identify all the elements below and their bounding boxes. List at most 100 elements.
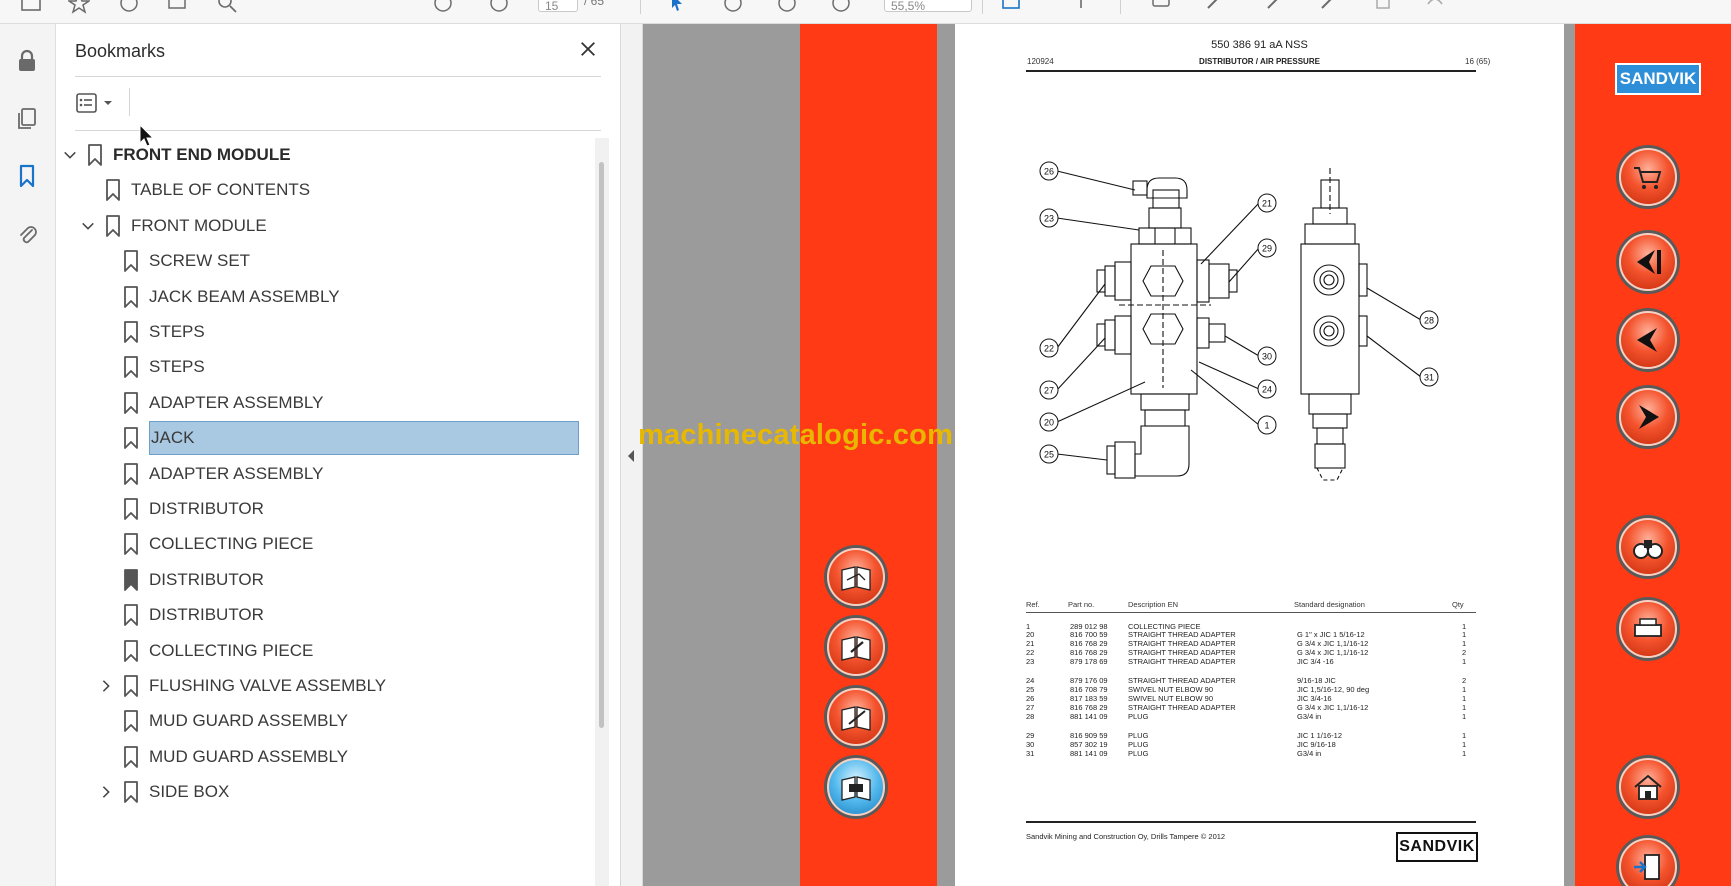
bookmark-item[interactable]: STEPS [57,315,597,349]
bookmark-item[interactable]: FRONT MODULE [57,209,597,243]
zoom-level-input[interactable]: 55,5% [884,0,972,13]
cell-ref: 24 [1026,676,1035,685]
scrollbar-thumb[interactable] [599,162,604,728]
bookmark-item[interactable]: FRONT END MODULE [57,138,597,172]
bookmark-label: FLUSHING VALVE ASSEMBLY [149,676,387,695]
delete-icon[interactable] [1372,0,1394,14]
next-page-button[interactable] [1615,384,1681,450]
bookmark-item[interactable]: ADAPTER ASSEMBLY [57,386,597,420]
hand-tool-icon[interactable] [722,0,744,14]
book-hand-icon [841,566,871,591]
book-active-button[interactable] [823,754,889,820]
callout-label: 24 [1262,385,1272,395]
highlight-icon[interactable] [1204,0,1226,14]
bookmark-label: COLLECTING PIECE [149,534,314,554]
cell-qty: 1 [1462,703,1467,712]
bookmark-label: JACK BEAM ASSEMBLY [149,286,340,306]
chevron-down-icon[interactable] [79,217,97,235]
star-icon[interactable] [66,0,92,14]
zoom-in-icon[interactable] [830,0,852,14]
bookmark-icon [123,356,139,379]
bookmark-item[interactable]: DISTRIBUTOR [57,563,597,597]
bookmark-scrollbar[interactable] [595,138,609,886]
next-page-icon [1639,405,1659,429]
bookmark-icon [123,427,139,450]
bookmark-icon [123,568,139,591]
comment-icon[interactable] [1150,0,1172,14]
cell-desc: STRAIGHT THREAD ADAPTER [1128,648,1236,657]
scroll-mode-icon[interactable] [1070,0,1092,14]
page-up-icon[interactable] [432,0,454,14]
bookmark-item[interactable]: MUD GUARD ASSEMBLY [57,740,597,774]
cell-qty: 2 [1462,648,1467,657]
bookmark-item[interactable]: STEPS [57,350,597,384]
bookmark-icon [105,214,121,237]
cell-part: 816 909 59 [1070,731,1108,740]
sidebar-toggle-icon[interactable] [20,0,42,14]
chevron-down-icon [104,101,112,105]
fit-page-icon[interactable] [1000,0,1022,14]
bookmark-item[interactable]: JACK BEAM ASSEMBLY [57,280,597,314]
text-edit-icon[interactable] [1318,0,1340,14]
toolbar-separator [640,0,641,14]
attachments-icon[interactable] [12,220,42,250]
bookmark-item[interactable]: DISTRIBUTOR [57,492,597,526]
mouse-cursor-icon [139,124,155,147]
lock-icon[interactable] [12,46,42,76]
book-pencil-button[interactable] [823,684,889,750]
select-cursor-icon[interactable] [666,0,688,14]
callout-label: 29 [1262,244,1272,254]
exit-icon [1634,854,1660,880]
cell-desc: PLUG [1128,731,1149,740]
undo-icon[interactable] [1424,0,1446,14]
bookmark-item[interactable]: ADAPTER ASSEMBLY [57,457,597,491]
chevron-down-icon[interactable] [61,146,79,164]
bookmark-item[interactable]: COLLECTING PIECE [57,527,597,561]
bookmark-item[interactable]: FLUSHING VALVE ASSEMBLY [57,669,597,703]
home-button[interactable] [1615,754,1681,820]
sandvik-brand-logo[interactable]: SANDVIK [1615,63,1701,95]
bookmark-icon [123,498,139,520]
chevron-right-icon[interactable] [97,783,115,801]
bookmark-item[interactable]: SCREW SET [57,244,597,278]
cell-part: 816 768 29 [1070,703,1108,712]
document-view[interactable]: 550 386 91 aA NSS 120924 DISTRIBUTOR / A… [643,24,1731,886]
cell-part: 857 302 19 [1070,740,1108,749]
bookmark-item[interactable]: MUD GUARD ASSEMBLY [57,704,597,738]
search-binoculars-button[interactable] [1615,514,1681,580]
document-number: 550 386 91 aA NSS [1211,39,1308,51]
cell-std: G3/4 in [1297,712,1322,721]
bookmarks-icon[interactable] [12,161,42,191]
bookmark-item[interactable]: JACK [57,421,597,456]
book-hand-button[interactable] [823,544,889,610]
print-button[interactable] [1615,596,1681,662]
bookmark-options-button[interactable] [75,88,119,118]
zoom-out-icon[interactable] [776,0,798,14]
share-icon[interactable] [118,0,140,14]
print-toolbar-icon[interactable] [166,0,188,14]
draw-icon[interactable] [1264,0,1286,14]
column-header-description: Description EN [1128,600,1179,609]
cell-ref: 23 [1026,657,1035,666]
first-page-button[interactable] [1615,229,1681,295]
cell-ref: 27 [1026,703,1035,712]
page-down-icon[interactable] [488,0,510,14]
bookmark-item[interactable]: TABLE OF CONTENTS [57,173,597,207]
bookmark-item[interactable]: COLLECTING PIECE [57,634,597,668]
search-icon[interactable] [216,0,238,14]
book-active-icon [841,776,871,801]
bookmark-item[interactable]: SIDE BOX [57,775,597,809]
close-icon[interactable] [575,36,601,62]
callout-label: 1 [1264,421,1269,431]
cell-std: G 3/4 x JIC 1,1/16-12 [1297,639,1369,648]
column-header-qty: Qty [1452,600,1464,609]
collapse-panel-icon[interactable] [625,448,637,464]
chevron-right-icon[interactable] [97,677,115,695]
page-number-input[interactable]: 15 [538,0,578,13]
pages-icon[interactable] [12,104,42,134]
bookmark-tree: FRONT END MODULE TABLE OF CONTENTS FRONT M… [57,138,597,886]
book-wrench-button[interactable] [823,614,889,680]
previous-page-button[interactable] [1615,307,1681,373]
bookmark-item[interactable]: DISTRIBUTOR [57,598,597,632]
cart-button[interactable] [1615,144,1681,210]
